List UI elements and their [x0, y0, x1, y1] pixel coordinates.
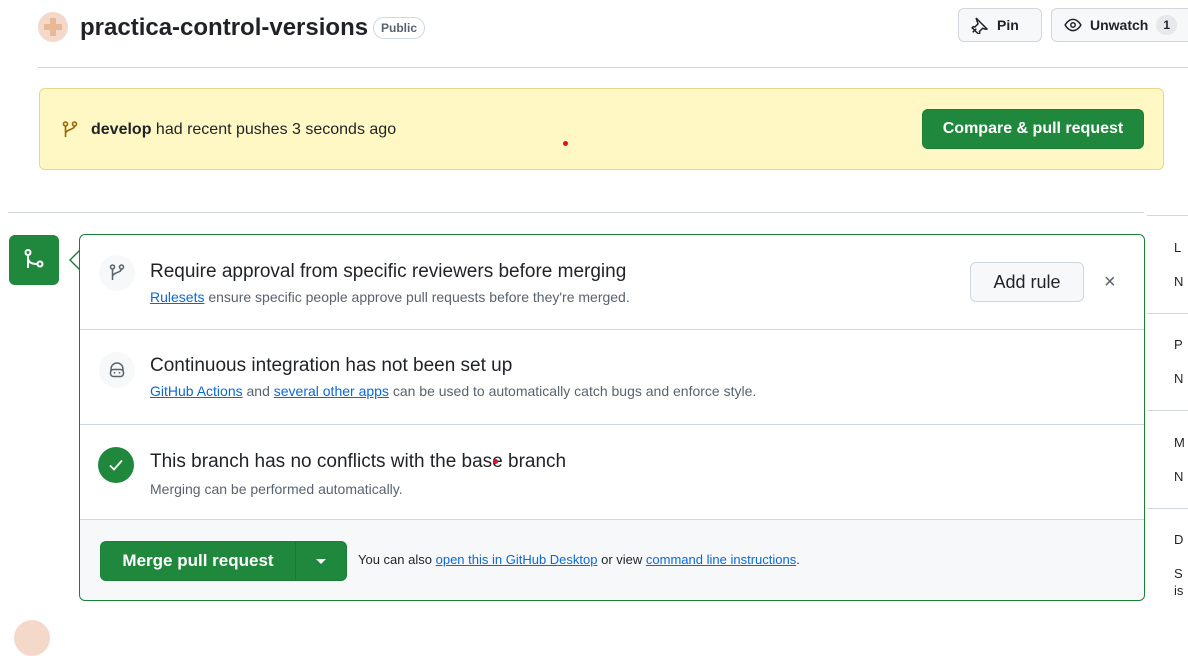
repo-name[interactable]: practica-control-versions: [80, 12, 368, 44]
add-rule-button[interactable]: Add rule: [970, 262, 1084, 302]
ci-description: GitHub Actions and several other apps ca…: [150, 381, 756, 401]
github-actions-link[interactable]: GitHub Actions: [150, 383, 243, 399]
ci-section: Continuous integration has not been set …: [80, 330, 1144, 424]
recent-pushes-banner: develop had recent pushes 3 seconds ago …: [39, 88, 1164, 170]
pin-button[interactable]: Pin: [958, 8, 1042, 42]
sidebar-value: S: [1174, 566, 1183, 581]
merge-pull-request-button[interactable]: Merge pull request: [101, 542, 295, 580]
rulesets-description: Rulesets ensure specific people approve …: [150, 287, 630, 307]
cursor-marker: [493, 459, 498, 464]
eye-icon: [1064, 18, 1082, 32]
git-merge-icon: [24, 249, 44, 268]
pin-label: Pin: [997, 17, 1019, 33]
sidebar-heading[interactable]: L: [1174, 240, 1181, 255]
close-icon[interactable]: ×: [1104, 271, 1116, 293]
rulesets-link[interactable]: Rulesets: [150, 289, 204, 305]
pin-icon: [971, 17, 989, 34]
ci-icon-circle: [99, 352, 135, 388]
rulesets-text: ensure specific people approve pull requ…: [208, 289, 630, 305]
branch-name[interactable]: develop: [91, 121, 151, 138]
caret-down-icon: [316, 559, 326, 564]
watch-counter: 1: [1156, 15, 1178, 35]
no-conflicts-subtitle: Merging can be performed automatically.: [150, 481, 403, 497]
repo-owner-avatar[interactable]: [38, 12, 68, 42]
footer-middle: or view: [601, 552, 643, 567]
compare-pull-request-button[interactable]: Compare & pull request: [922, 109, 1144, 149]
conflicts-section: This branch has no conflicts with the ba…: [80, 425, 1144, 519]
sidebar-heading[interactable]: D: [1174, 532, 1183, 547]
push-time-text: had recent pushes 3 seconds ago: [155, 121, 397, 138]
sidebar-heading[interactable]: M: [1174, 435, 1185, 450]
branch-icon: [109, 264, 125, 280]
ci-text: can be used to automatically catch bugs …: [392, 383, 757, 399]
sidebar-value: N: [1174, 371, 1184, 386]
check-icon: [109, 459, 123, 471]
sidebar-divider: [1147, 313, 1188, 314]
branch-icon: [62, 121, 78, 137]
merge-box: Require approval from specific reviewers…: [79, 234, 1145, 601]
rulesets-section: Require approval from specific reviewers…: [80, 235, 1144, 329]
merge-button-group: Merge pull request: [100, 541, 347, 581]
visibility-badge: Public: [373, 17, 426, 39]
sidebar-divider: [1147, 410, 1188, 411]
ci-and: and: [246, 383, 270, 399]
section-divider: [8, 212, 1144, 213]
merge-method-dropdown[interactable]: [296, 542, 346, 580]
banner-message: develop had recent pushes 3 seconds ago: [91, 119, 396, 141]
other-apps-link[interactable]: several other apps: [274, 383, 389, 399]
rulesets-icon-circle: [99, 255, 135, 291]
sidebar-divider: [1147, 215, 1188, 216]
no-conflicts-title: This branch has no conflicts with the ba…: [150, 451, 567, 472]
sidebar-divider: [1147, 508, 1188, 509]
header-divider: [38, 67, 1188, 68]
footer-prefix: You can also: [358, 552, 432, 567]
cursor-marker: [563, 141, 568, 146]
footer-suffix: .: [796, 552, 800, 567]
unwatch-button[interactable]: Unwatch 1: [1051, 8, 1188, 42]
rulesets-title: Require approval from specific reviewers…: [150, 261, 627, 282]
open-desktop-link[interactable]: open this in GitHub Desktop: [436, 552, 598, 567]
sidebar-value: is: [1174, 583, 1184, 598]
sidebar-heading[interactable]: P: [1174, 337, 1183, 352]
sidebar-value: N: [1174, 469, 1184, 484]
command-line-link[interactable]: command line instructions: [646, 552, 796, 567]
merge-footer: Merge pull request You can also open thi…: [80, 519, 1144, 600]
unwatch-label: Unwatch: [1090, 17, 1149, 33]
check-circle: [98, 447, 134, 483]
merge-alternatives-text: You can also open this in GitHub Desktop…: [358, 550, 800, 570]
commenter-avatar[interactable]: [14, 620, 50, 656]
robot-icon: [109, 362, 125, 378]
sidebar-value: N: [1174, 274, 1184, 289]
ci-title: Continuous integration has not been set …: [150, 355, 513, 376]
merge-status-icon: [9, 235, 59, 285]
